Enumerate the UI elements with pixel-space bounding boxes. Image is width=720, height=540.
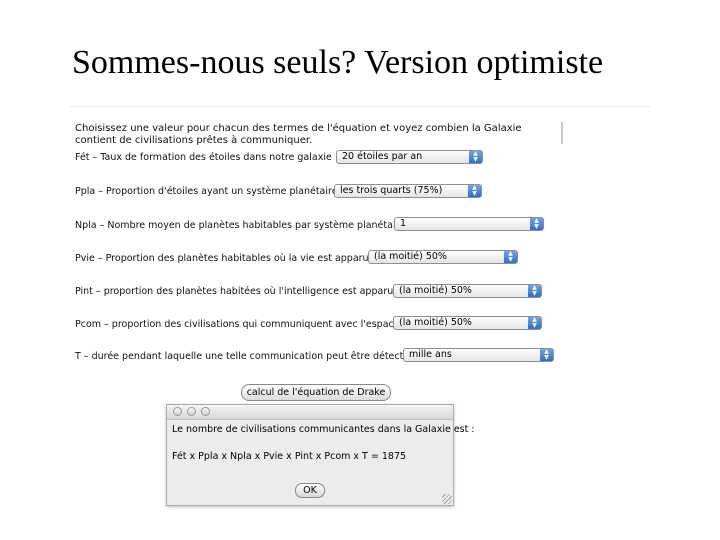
ppla-select[interactable]: les trois quarts (75%) ▲ ▼ xyxy=(334,184,482,198)
chevron-updown-icon: ▲ ▼ xyxy=(468,185,481,197)
resize-grip-icon[interactable] xyxy=(442,494,452,504)
pvie-select-value: (la moitié) 50% xyxy=(374,251,447,262)
pint-select[interactable]: (la moitié) 50% ▲ ▼ xyxy=(393,284,542,298)
dialog-message: Le nombre de civilisations communicantes… xyxy=(172,424,475,435)
t-select-value: mille ans xyxy=(409,349,452,360)
chevron-updown-icon: ▲ ▼ xyxy=(469,151,482,163)
field-label-pcom: Pcom – proportion des civilisations qui … xyxy=(75,319,406,330)
instructions-text: Choisissez une valeur pour chacun des te… xyxy=(75,123,522,146)
field-label-ppla: Ppla – Proportion d'étoiles ayant un sys… xyxy=(75,186,344,197)
zoom-window-icon[interactable] xyxy=(201,407,210,416)
ppla-select-value: les trois quarts (75%) xyxy=(340,185,443,196)
pint-select-value: (la moitié) 50% xyxy=(399,285,472,296)
field-label-t: T – durée pendant laquelle une telle com… xyxy=(75,351,422,362)
chevron-updown-icon: ▲ ▼ xyxy=(530,218,543,230)
chevron-updown-icon: ▲ ▼ xyxy=(504,251,517,263)
field-label-pvie: Pvie – Proportion des planètes habitable… xyxy=(75,253,381,264)
pcom-select-value: (la moitié) 50% xyxy=(399,317,472,328)
chevron-updown-icon: ▲ ▼ xyxy=(540,349,553,361)
fet-select-value: 20 étoiles par an xyxy=(342,151,423,162)
field-label-fet: Fét – Taux de formation des étoiles dans… xyxy=(75,152,339,163)
minimize-window-icon[interactable] xyxy=(187,407,196,416)
npla-select[interactable]: 1 ▲ ▼ xyxy=(394,217,544,231)
chevron-updown-icon: ▲ ▼ xyxy=(528,317,541,329)
title-divider xyxy=(70,106,650,107)
t-select[interactable]: mille ans ▲ ▼ xyxy=(403,348,554,362)
field-label-pint: Pint – proportion des planètes habitées … xyxy=(75,286,406,297)
pvie-select[interactable]: (la moitié) 50% ▲ ▼ xyxy=(368,250,518,264)
fet-select[interactable]: 20 étoiles par an ▲ ▼ xyxy=(336,150,483,164)
scrollbar-edge xyxy=(561,122,563,144)
close-window-icon[interactable] xyxy=(173,407,182,416)
dialog-formula-result: Fét x Ppla x Npla x Pvie x Pint x Pcom x… xyxy=(172,451,407,462)
calculate-drake-button[interactable]: calcul de l'équation de Drake xyxy=(241,384,391,401)
pcom-select[interactable]: (la moitié) 50% ▲ ▼ xyxy=(393,316,542,330)
slide-title: Sommes-nous seuls? Version optimiste xyxy=(72,44,604,81)
result-dialog: Le nombre de civilisations communicantes… xyxy=(166,404,475,506)
field-label-npla: Npla – Nombre moyen de planètes habitabl… xyxy=(75,220,412,231)
ok-button[interactable]: OK xyxy=(295,483,325,498)
npla-select-value: 1 xyxy=(400,218,407,229)
chevron-updown-icon: ▲ ▼ xyxy=(528,285,541,297)
dialog-titlebar[interactable] xyxy=(167,405,453,420)
